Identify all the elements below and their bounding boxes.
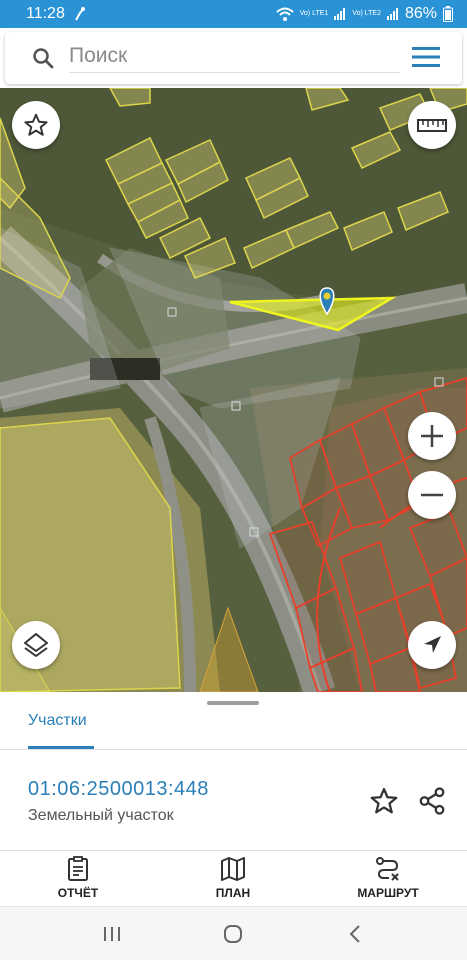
zoom-out-icon bbox=[421, 493, 443, 497]
map-plan-icon bbox=[221, 857, 245, 881]
parcel-cadastral-number[interactable]: 01:06:2500013:448 bbox=[28, 778, 209, 801]
star-icon[interactable] bbox=[369, 786, 399, 816]
status-bar: 11:28 Vo) LTE1 Vo) LTE2 86% bbox=[0, 0, 467, 28]
tab-parcels[interactable]: Участки bbox=[28, 712, 87, 730]
map-view[interactable] bbox=[0, 88, 467, 692]
search-icon[interactable] bbox=[31, 46, 55, 70]
zoom-in-button[interactable] bbox=[408, 412, 456, 460]
report-label: ОТЧЁТ bbox=[57, 886, 99, 900]
divider bbox=[0, 749, 467, 750]
measure-button[interactable] bbox=[408, 101, 456, 149]
report-button[interactable]: ОТЧЁТ bbox=[18, 856, 138, 900]
share-icon[interactable] bbox=[417, 786, 447, 816]
plan-label: ПЛАН bbox=[215, 886, 251, 900]
sim2-label: Vo) LTE2 bbox=[352, 10, 381, 17]
my-location-button[interactable] bbox=[408, 621, 456, 669]
signal-icon bbox=[386, 8, 398, 20]
recent-apps-icon bbox=[104, 927, 120, 941]
plan-button[interactable]: ПЛАН bbox=[173, 856, 293, 900]
sim1-label: Vo) LTE1 bbox=[299, 10, 329, 17]
star-icon bbox=[24, 113, 48, 136]
home-button[interactable] bbox=[213, 921, 253, 947]
route-label: МАРШРУТ bbox=[357, 886, 419, 900]
back-icon bbox=[349, 925, 360, 943]
recent-apps-button[interactable] bbox=[92, 921, 132, 947]
back-button[interactable] bbox=[335, 921, 375, 947]
notification-icon bbox=[74, 7, 85, 21]
drag-handle[interactable] bbox=[207, 701, 259, 705]
favorite-button[interactable] bbox=[12, 101, 60, 149]
zoom-out-button[interactable] bbox=[408, 471, 456, 519]
report-icon bbox=[68, 856, 88, 881]
route-icon bbox=[376, 857, 399, 881]
signal-icon bbox=[334, 8, 346, 20]
satellite-map[interactable] bbox=[0, 88, 467, 692]
search-bar[interactable]: Поиск bbox=[5, 32, 462, 84]
divider bbox=[0, 850, 467, 851]
parcel-info-panel: Участки 01:06:2500013:448 Земельный учас… bbox=[0, 692, 467, 906]
route-button[interactable]: МАРШРУТ bbox=[328, 856, 448, 900]
system-nav-bar bbox=[0, 906, 467, 960]
zoom-in-icon bbox=[421, 425, 443, 447]
location-arrow-icon bbox=[424, 636, 441, 653]
layers-icon bbox=[24, 633, 48, 657]
battery-icon bbox=[443, 6, 453, 22]
layers-button[interactable] bbox=[12, 621, 60, 669]
battery-percent: 86% bbox=[404, 5, 437, 22]
search-input[interactable]: Поиск bbox=[69, 44, 400, 73]
status-time: 11:28 bbox=[26, 5, 65, 22]
home-icon bbox=[224, 925, 242, 943]
menu-icon[interactable] bbox=[412, 46, 440, 68]
ruler-icon bbox=[417, 119, 447, 132]
parcel-type: Земельный участок bbox=[28, 807, 174, 824]
wifi-icon bbox=[275, 7, 294, 21]
